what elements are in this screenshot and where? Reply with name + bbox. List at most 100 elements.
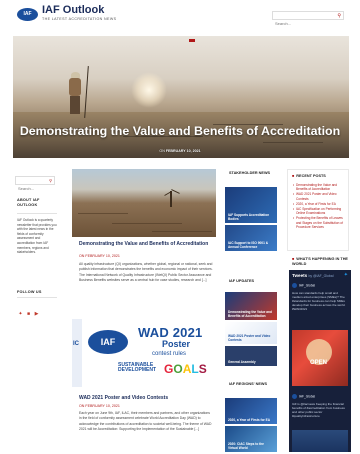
recent-post-link[interactable]: Protecting the Benefits of Leaves and St… [293,216,347,229]
rules-text: contest rules [152,351,187,357]
linkedin-icon[interactable]: ■ [25,311,32,317]
recent-post-link[interactable]: Demonstrating the Value and Benefits of … [293,183,347,192]
dead-tree [162,185,180,207]
post-excerpt: Each year on June 9th, IAF, ILAC, their … [79,411,212,432]
post-date-prefix: ON [79,404,85,408]
recent-post-link[interactable]: WAD 2021 Poster and Video Contests [293,192,347,201]
site-title[interactable]: IAF Outlook [42,4,104,16]
update-thumb[interactable]: General Assembly [225,346,277,366]
region-thumb[interactable]: 2020, a Year of Firsts for EA [225,398,277,424]
sidebar-search-input[interactable] [16,185,48,192]
ground-crack [152,231,212,232]
thumb-label: Demonstrating the Value and Benefits of … [228,310,272,318]
avatar [292,394,297,399]
tweet-text: IAF is @ilacnews Keeping the financial b… [292,402,345,418]
stakeholder-heading: STAKEHOLDER NEWS [229,171,271,175]
avatar [292,283,297,288]
thumb-label: 2020, a Year of Firsts for EA [228,418,271,422]
twitter-feed[interactable]: Tweets by @IAF_Global ✦ IAF_Global How c… [289,270,351,452]
post-title[interactable]: Demonstrating the Value and Benefits of … [79,241,213,247]
hero-title[interactable]: Demonstrating the Value and Benefits of … [0,124,360,138]
follow-heading: FOLLOW US [17,290,42,294]
recent-post-link[interactable]: IAC Specification on Performing Online E… [293,207,347,216]
stakeholder-thumb[interactable]: IAC Support to ISO 9001 & Annual Confere… [225,225,277,251]
farmer-legs [70,96,80,114]
twitter-title: Tweets [292,273,308,278]
youtube-icon[interactable]: ▶ [33,311,40,317]
hero-farmer [65,72,85,116]
thumb-label: 2020: CIAC Steps to the Virtual World [228,442,264,450]
world-heading: ■ WHAT'S HAPPENING IN THE WORLD [292,257,350,266]
world-heading-text: WHAT'S HAPPENING IN THE WORLD [292,257,348,266]
ground-crack [78,213,128,214]
iaf-logo[interactable]: IAF [17,8,38,21]
divider [17,297,57,298]
post-date-value: FEBRUARY 10, 2021 [85,254,120,258]
recent-post-link[interactable]: 2020, a Year of Firsts for EA [293,202,347,207]
hero-sun [131,72,167,108]
recent-posts-heading: ■ RECENT POSTS [292,174,326,178]
post-date-value: FEBRUARY 10, 2021 [85,404,120,408]
header-search-box: ⚲ [272,11,344,27]
tweet-image-text: OPEN [310,360,328,366]
thumb-label: IAF Supports Accreditation Bodies [228,213,270,221]
sdg-line-2: DEVELOPMENT [118,367,157,373]
poster-text: Poster [162,339,191,349]
iaf-logo: IAF [88,330,128,354]
sdg-text: SUSTAINABLE DEVELOPMENT [118,363,156,373]
tweet-user[interactable]: IAF_Global [292,283,315,288]
hero-image[interactable] [13,36,349,158]
post-image-drought[interactable] [72,169,216,237]
twitter-bird-icon[interactable]: ✦ [344,272,348,278]
updates-heading: IAF UPDATES [229,279,255,283]
update-thumb[interactable]: WAD 2021 Poster and Video Contests [225,322,277,344]
search-icon[interactable]: ⚲ [49,178,52,183]
post-title[interactable]: WAD 2021 Poster and Video Contests [79,395,213,401]
strip-text: IC [73,341,79,347]
hero-date-prefix: ON [159,149,165,153]
update-thumb[interactable]: Demonstrating the Value and Benefits of … [225,292,277,320]
region-thumb[interactable]: 2020: CIAC Steps to the Virtual World [225,426,277,452]
twitter-heading: Tweets by @IAF_Global [292,273,333,278]
tweet-user[interactable]: IAF_Global [292,394,315,399]
hero-crack [263,142,323,143]
slider-indicator[interactable] [189,39,195,42]
recent-posts-list: Demonstrating the Value and Benefits of … [293,183,347,230]
post-date: ON FEBRUARY 10, 2021 [79,254,120,258]
tweet-text: How can standards help small and medium-… [292,291,346,311]
goals-text: GOALS [164,362,207,376]
sidebar-search-box: ⚲ [15,176,55,192]
hero-date: ON FEBRUARY 10, 2021 [0,149,360,153]
divider [17,213,57,214]
twitter-by: by @IAF_Global [308,274,334,278]
site-header: IAF IAF Outlook THE LATEST ACCREDITATION… [0,0,360,32]
thumb-label: IAC Support to ISO 9001 & Annual Confere… [228,241,269,249]
wad-title: WAD 2021 [138,325,203,340]
regions-heading: IAF REGIONS' NEWS [229,382,268,386]
post-date-prefix: ON [79,254,85,258]
thumb-label: General Assembly [228,360,256,364]
tweet-image[interactable] [292,430,348,452]
site-tagline: THE LATEST ACCREDITATION NEWS [42,17,117,21]
thumb-label: WAD 2021 Poster and Video Contests [228,334,271,342]
bullet-icon: ■ [292,257,295,261]
recent-posts-title: RECENT POSTS [296,174,326,178]
tweet-image[interactable]: OPEN [292,330,348,386]
header-search-input[interactable] [273,20,333,27]
goals-letter: S [198,362,207,376]
ground-crack [112,223,182,224]
bullet-icon: ■ [292,174,295,178]
about-heading: ABOUT IAF OUTLOOK [17,198,40,207]
social-icons: ✦ ■ ▶ [17,302,41,317]
goals-letter: O [173,362,183,376]
post-image-wad2021[interactable]: IC IAF WAD 2021 Poster contest rules SUS… [72,319,216,387]
search-icon[interactable]: ⚲ [337,13,341,19]
image-left-strip: IC [72,319,82,387]
tree-branch [171,189,180,194]
goals-letter: G [164,362,174,376]
post-excerpt: All quality infrastructure (QI) organiza… [79,262,213,283]
about-text: IAF Outlook is a quarterly newsletter th… [17,218,57,255]
post-date: ON FEBRUARY 10, 2021 [79,404,120,408]
twitter-icon[interactable]: ✦ [17,311,24,317]
stakeholder-thumb[interactable]: IAF Supports Accreditation Bodies [225,187,277,223]
